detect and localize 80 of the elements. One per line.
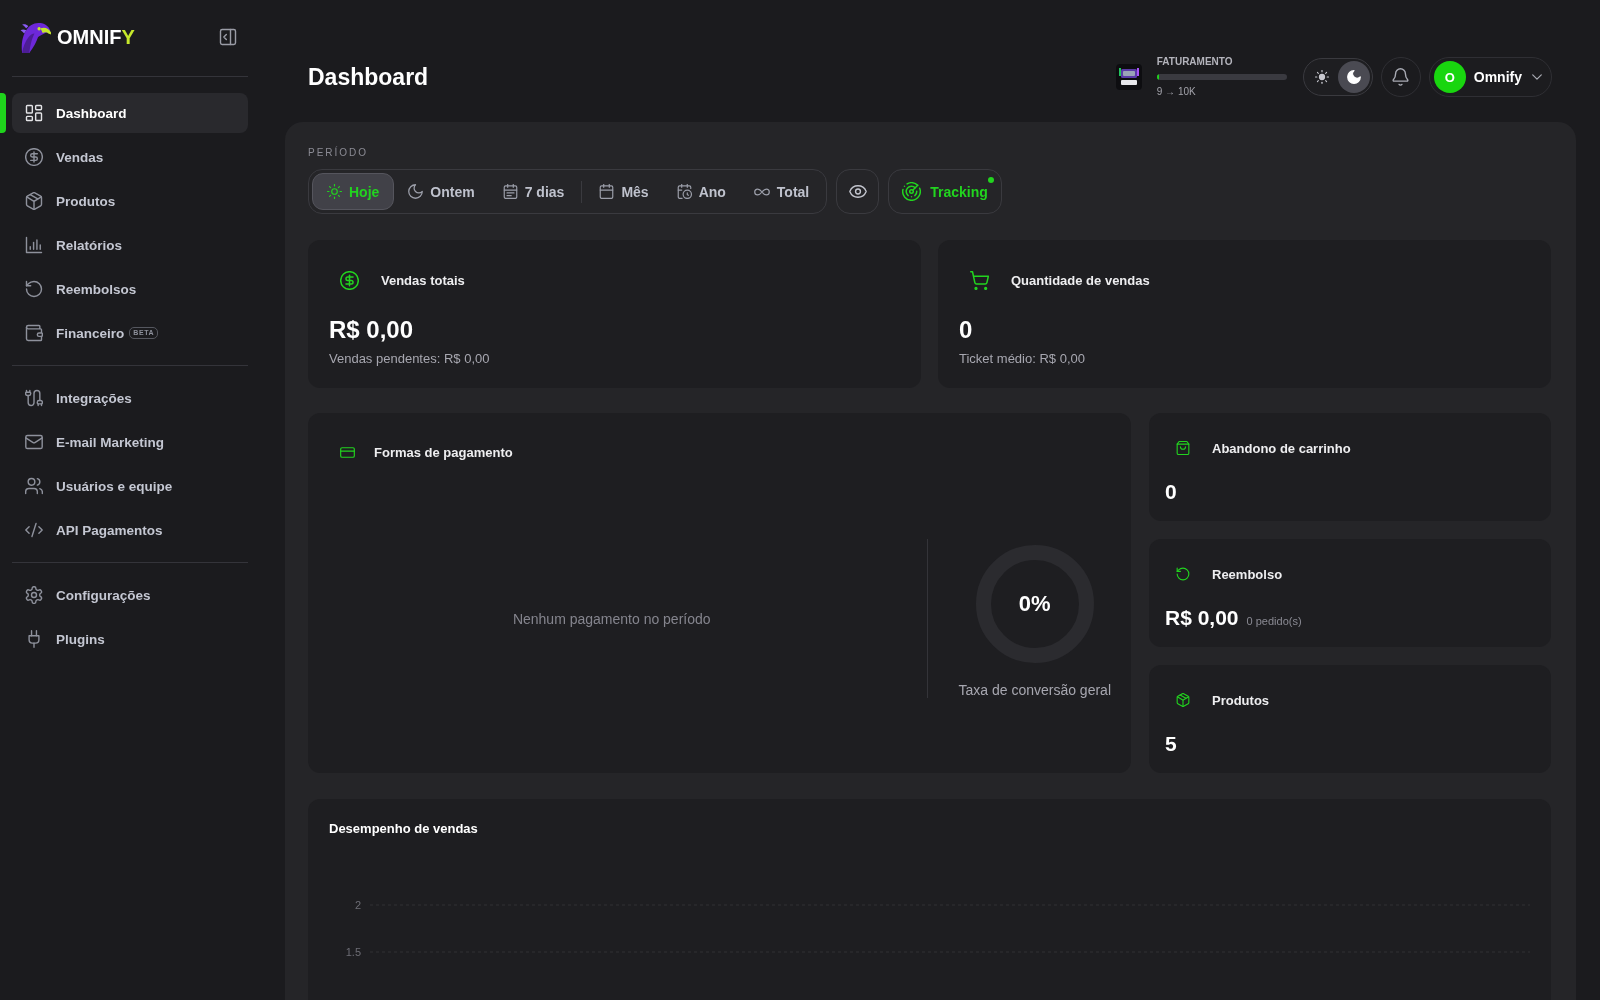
sidebar-collapse-icon[interactable] [219, 28, 237, 46]
moon-icon [408, 184, 424, 199]
settings-icon [25, 586, 43, 604]
period-tab[interactable]: Ontem [394, 173, 489, 210]
card-title: Produtos [1212, 692, 1270, 708]
tracking-button[interactable]: Tracking [888, 169, 1002, 214]
bird-head-logo-icon [20, 20, 51, 54]
donut-label: Taxa de conversão geral [958, 681, 1111, 700]
stat-note: Ticket médio: R$ 0,00 [959, 350, 1086, 368]
empty-message: Nenhum pagamento no período [511, 609, 712, 629]
theme-option[interactable] [1337, 61, 1370, 93]
sidebar-item[interactable]: Produtos [12, 181, 248, 221]
bar-chart-icon [25, 236, 43, 254]
counterclockwise-arrow-icon [1176, 567, 1190, 581]
users-icon [25, 477, 43, 495]
stat-value: 0 [959, 315, 974, 345]
cable-icon [25, 389, 43, 407]
radar-icon [902, 182, 922, 201]
sidebar-item[interactable]: Configurações [12, 575, 248, 615]
summary-note: 0 pedido(s) [1246, 615, 1302, 627]
sidebar-item[interactable]: Dashboard [12, 93, 248, 133]
moon-icon [1346, 70, 1361, 84]
status-dot-icon [987, 177, 994, 183]
wallet-icon [25, 324, 43, 342]
calendar-clock-icon [676, 184, 692, 199]
goal-label: FATURAMENTO [1156, 56, 1234, 68]
logo-text: OMNIFY [57, 25, 135, 49]
summary-value: R$ 0,00 [1165, 605, 1239, 631]
sidebar-item[interactable]: E-mail Marketing [12, 422, 248, 462]
bell-icon [1392, 68, 1410, 86]
y-axis-label: 2 [354, 899, 361, 911]
section-label: PERÍODO [308, 146, 370, 160]
sidebar-item[interactable]: Relatórios [12, 225, 248, 265]
stat-note: Vendas pendentes: R$ 0,00 [329, 350, 491, 368]
sidebar-item[interactable]: Vendas [12, 137, 248, 177]
calendar-icon [599, 184, 615, 199]
chevron-down-icon [1532, 74, 1542, 80]
page-title: Dashboard [308, 63, 430, 91]
donut-value: 0% [1018, 591, 1051, 617]
dashboard-grid-icon [25, 104, 43, 122]
card-title: Desempenho de vendas [329, 820, 479, 838]
card-title: Vendas totais [381, 272, 465, 288]
summary-value: 0 [1165, 479, 1177, 505]
sidebar-item[interactable]: Plugins [12, 619, 248, 659]
badge-image [1115, 64, 1142, 90]
sidebar-item[interactable]: API Pagamentos [12, 510, 248, 550]
visibility-button[interactable] [836, 169, 880, 214]
period-tab[interactable]: Ano [662, 173, 740, 210]
code-icon [25, 521, 43, 539]
sidebar-item[interactable]: Usuários e equipe [12, 466, 248, 506]
eye-icon [848, 185, 867, 198]
credit-card-icon [340, 446, 355, 458]
period-tab[interactable]: Mês [585, 173, 663, 210]
period-tab[interactable]: Total [739, 173, 824, 210]
card-title: Abandono de carrinho [1212, 440, 1351, 456]
card-title: Formas de pagamento [374, 444, 513, 460]
user-menu-button[interactable]: O Omnify [1428, 57, 1552, 97]
goal-reading: 9 → 10K [1156, 86, 1197, 98]
stat-value: R$ 0,00 [329, 315, 415, 345]
sidebar-item[interactable]: Reembolsos [12, 269, 248, 309]
user-avatar: O [1433, 61, 1466, 93]
sun-icon [1314, 70, 1329, 84]
summary-value: 5 [1165, 731, 1177, 757]
shopping-bag-icon [1176, 441, 1190, 455]
card-title: Reembolso [1212, 566, 1283, 582]
y-axis-label: 1.5 [345, 946, 361, 958]
period-tab[interactable]: 7 dias [488, 173, 579, 210]
calendar-icon [502, 184, 518, 199]
active-indicator [0, 93, 6, 133]
cart-icon [970, 270, 989, 290]
plug-icon [25, 630, 43, 648]
counterclockwise-arrow-icon [25, 280, 43, 298]
mail-icon [25, 433, 43, 451]
sun-icon [327, 184, 342, 199]
box-icon [25, 192, 43, 210]
infinity-icon [753, 187, 770, 196]
box-icon [1176, 693, 1190, 707]
card-title: Quantidade de vendas [1011, 272, 1150, 288]
sidebar-item[interactable]: Integrações [12, 378, 248, 418]
period-tab[interactable]: Hoje [312, 173, 395, 210]
